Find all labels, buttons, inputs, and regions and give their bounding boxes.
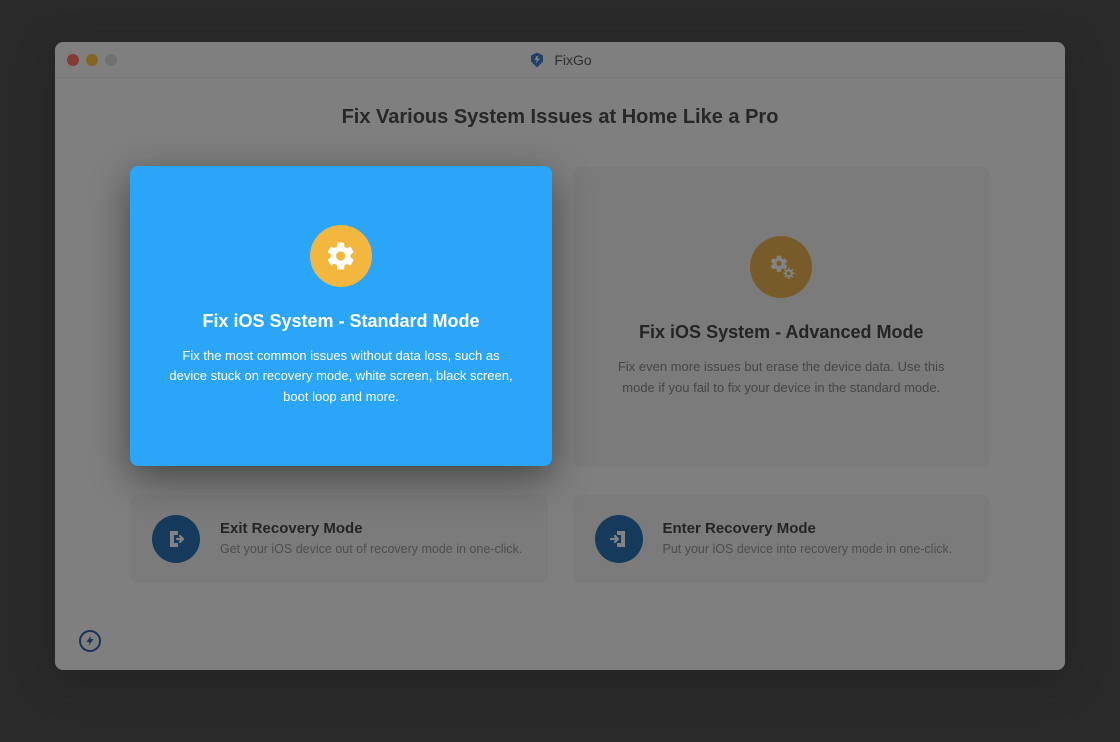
advanced-mode-title: Fix iOS System - Advanced Mode — [639, 322, 923, 343]
exit-recovery-title: Exit Recovery Mode — [220, 520, 522, 537]
enter-recovery-desc: Put your iOS device into recovery mode i… — [663, 541, 953, 559]
gears-icon — [750, 236, 812, 298]
lightning-icon — [84, 635, 96, 647]
help-button[interactable] — [79, 630, 101, 652]
advanced-mode-desc: Fix even more issues but erase the devic… — [607, 357, 957, 397]
standard-mode-desc: Fix the most common issues without data … — [164, 346, 518, 406]
page-headline: Fix Various System Issues at Home Like a… — [130, 106, 990, 129]
enter-recovery-card[interactable]: Enter Recovery Mode Put your iOS device … — [573, 495, 991, 583]
minimize-button[interactable] — [86, 54, 98, 66]
enter-icon — [595, 515, 643, 563]
maximize-button[interactable] — [105, 54, 117, 66]
standard-mode-card-highlighted[interactable]: Fix iOS System - Standard Mode Fix the m… — [130, 166, 552, 466]
exit-recovery-card[interactable]: Exit Recovery Mode Get your iOS device o… — [130, 495, 548, 583]
enter-recovery-text: Enter Recovery Mode Put your iOS device … — [663, 520, 953, 559]
advanced-mode-card[interactable]: Fix iOS System - Advanced Mode Fix even … — [573, 167, 991, 467]
window-controls — [67, 54, 117, 66]
app-logo-icon — [528, 51, 546, 69]
exit-recovery-desc: Get your iOS device out of recovery mode… — [220, 541, 522, 559]
small-cards-row: Exit Recovery Mode Get your iOS device o… — [130, 495, 990, 583]
titlebar: FixGo — [55, 42, 1065, 78]
exit-recovery-text: Exit Recovery Mode Get your iOS device o… — [220, 520, 522, 559]
app-title: FixGo — [528, 51, 591, 69]
app-title-text: FixGo — [554, 52, 591, 68]
close-button[interactable] — [67, 54, 79, 66]
exit-icon — [152, 515, 200, 563]
standard-mode-title: Fix iOS System - Standard Mode — [202, 311, 479, 332]
enter-recovery-title: Enter Recovery Mode — [663, 520, 953, 537]
gear-icon — [310, 225, 372, 287]
